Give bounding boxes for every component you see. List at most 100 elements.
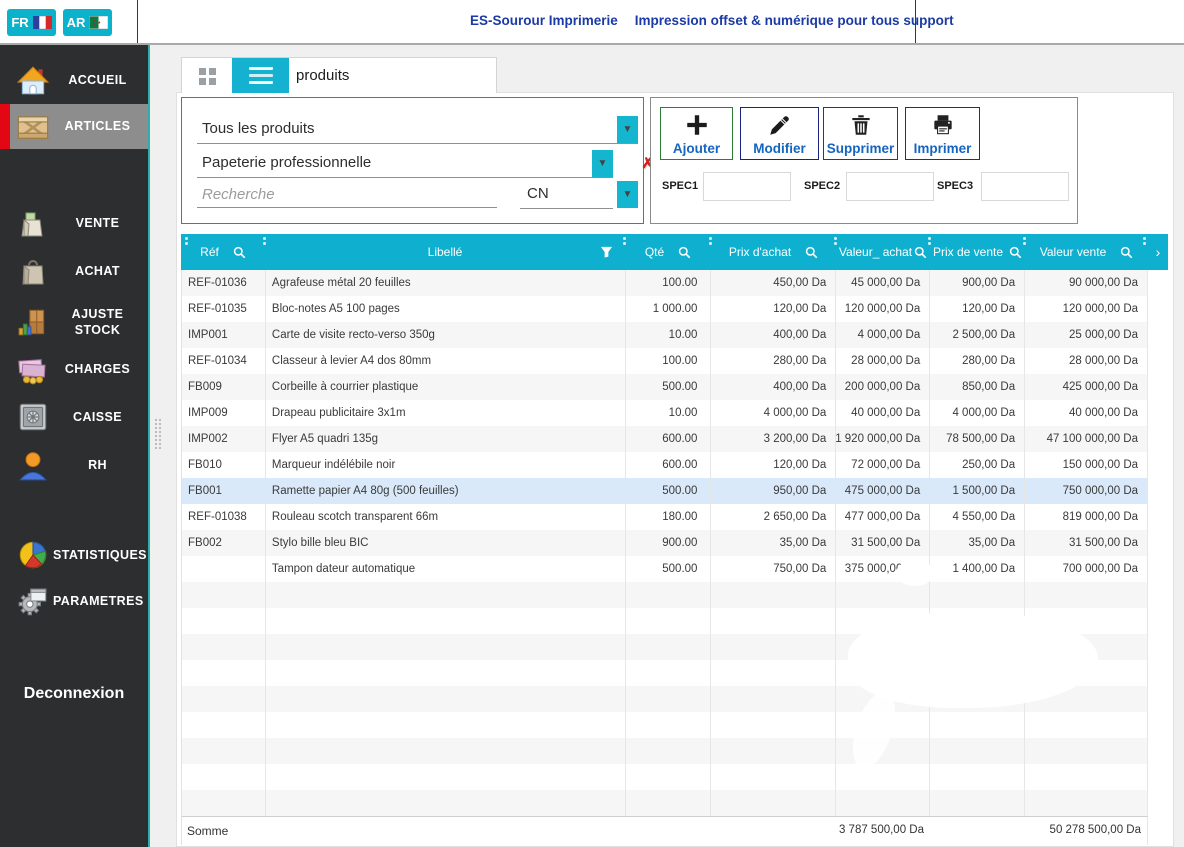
- cell-qte[interactable]: 1 000.00: [626, 296, 712, 322]
- cell-libelle[interactable]: Classeur à levier A4 dos 80mm: [266, 348, 626, 374]
- language-fr-button[interactable]: FR: [7, 9, 56, 36]
- cell-libelle[interactable]: Rouleau scotch transparent 66m: [266, 504, 626, 530]
- cell-valeur-vente[interactable]: 150 000,00 Da: [1025, 452, 1148, 478]
- cell-qte[interactable]: 10.00: [626, 400, 712, 426]
- cell-valeur-achat[interactable]: 72 000,00 Da: [836, 452, 930, 478]
- code-filter-dropdown-button[interactable]: ▼: [617, 181, 638, 208]
- cell-ref[interactable]: [182, 686, 266, 712]
- cell-prix-achat[interactable]: [711, 712, 836, 738]
- cell-prix-vente[interactable]: 4 550,00 Da: [930, 504, 1025, 530]
- cell-prix-achat[interactable]: 35,00 Da: [711, 530, 836, 556]
- cell-valeur-achat[interactable]: 1 920 000,00 Da: [836, 426, 930, 452]
- table-row[interactable]: REF-01034 Classeur à levier A4 dos 80mm …: [182, 348, 1148, 374]
- cell-prix-achat[interactable]: [711, 582, 836, 608]
- search-icon[interactable]: [678, 246, 691, 259]
- cell-qte[interactable]: 500.00: [626, 478, 712, 504]
- search-icon[interactable]: [805, 246, 818, 259]
- cell-qte[interactable]: 100.00: [626, 348, 712, 374]
- cell-valeur-vente[interactable]: 120 000,00 Da: [1025, 296, 1148, 322]
- cell-qte[interactable]: 500.00: [626, 556, 712, 582]
- category-filter-value[interactable]: Papeterie professionnelle: [202, 154, 371, 171]
- cell-prix-achat[interactable]: 120,00 Da: [711, 296, 836, 322]
- cell-valeur-vente[interactable]: [1025, 764, 1148, 790]
- cell-valeur-vente[interactable]: 90 000,00 Da: [1025, 270, 1148, 296]
- cell-libelle[interactable]: [266, 764, 626, 790]
- column-header-valeur-vente[interactable]: Valeur vente: [1025, 234, 1148, 270]
- product-filter-dropdown-button[interactable]: ▼: [617, 116, 638, 143]
- cell-ref[interactable]: [182, 764, 266, 790]
- cell-qte[interactable]: [626, 712, 712, 738]
- table-row[interactable]: FB002 Stylo bille bleu BIC 900.00 35,00 …: [182, 530, 1148, 556]
- cell-ref[interactable]: IMP001: [182, 322, 266, 348]
- cell-qte[interactable]: [626, 764, 712, 790]
- cell-libelle[interactable]: [266, 712, 626, 738]
- cell-prix-vente[interactable]: 2 500,00 Da: [930, 322, 1025, 348]
- table-row[interactable]: [182, 582, 1148, 608]
- table-row[interactable]: IMP001 Carte de visite recto-verso 350g …: [182, 322, 1148, 348]
- product-filter-value[interactable]: Tous les produits: [202, 120, 315, 137]
- cell-libelle[interactable]: [266, 608, 626, 634]
- cell-prix-achat[interactable]: [711, 764, 836, 790]
- cell-libelle[interactable]: Bloc-notes A5 100 pages: [266, 296, 626, 322]
- cell-prix-achat[interactable]: 4 000,00 Da: [711, 400, 836, 426]
- cell-ref[interactable]: REF-01034: [182, 348, 266, 374]
- cell-prix-achat[interactable]: 120,00 Da: [711, 452, 836, 478]
- cell-libelle[interactable]: Agrafeuse métal 20 feuilles: [266, 270, 626, 296]
- add-button[interactable]: Ajouter: [660, 107, 733, 160]
- cell-ref[interactable]: REF-01035: [182, 296, 266, 322]
- sidebar-item-ajuste-stock[interactable]: AJUSTE STOCK: [0, 297, 148, 347]
- column-header-libelle[interactable]: Libellé: [265, 234, 625, 270]
- cell-valeur-vente[interactable]: 700 000,00 Da: [1025, 556, 1148, 582]
- cell-prix-vente[interactable]: [930, 712, 1025, 738]
- cell-prix-vente[interactable]: [930, 738, 1025, 764]
- cell-prix-vente[interactable]: [930, 790, 1025, 816]
- table-row[interactable]: [182, 764, 1148, 790]
- cell-valeur-vente[interactable]: 31 500,00 Da: [1025, 530, 1148, 556]
- cell-qte[interactable]: [626, 738, 712, 764]
- cell-prix-achat[interactable]: [711, 634, 836, 660]
- cell-libelle[interactable]: [266, 686, 626, 712]
- cell-prix-achat[interactable]: 950,00 Da: [711, 478, 836, 504]
- cell-ref[interactable]: [182, 556, 266, 582]
- cell-prix-vente[interactable]: 900,00 Da: [930, 270, 1025, 296]
- cell-libelle[interactable]: Stylo bille bleu BIC: [266, 530, 626, 556]
- table-row[interactable]: IMP002 Flyer A5 quadri 135g 600.00 3 200…: [182, 426, 1148, 452]
- search-icon[interactable]: [914, 246, 927, 259]
- cell-prix-vente[interactable]: 250,00 Da: [930, 452, 1025, 478]
- cell-valeur-achat[interactable]: 477 000,00 Da: [836, 504, 930, 530]
- logout-button[interactable]: Deconnexion: [0, 685, 148, 703]
- spec3-input[interactable]: [981, 172, 1069, 201]
- search-input[interactable]: [197, 182, 497, 208]
- table-row[interactable]: FB010 Marqueur indélébile noir 600.00 12…: [182, 452, 1148, 478]
- cell-prix-achat[interactable]: [711, 686, 836, 712]
- language-ar-button[interactable]: AR: [63, 9, 112, 36]
- cell-qte[interactable]: 10.00: [626, 322, 712, 348]
- cell-valeur-vente[interactable]: 47 100 000,00 Da: [1025, 426, 1148, 452]
- cell-prix-vente[interactable]: 1 500,00 Da: [930, 478, 1025, 504]
- cell-qte[interactable]: 600.00: [626, 426, 712, 452]
- cell-prix-achat[interactable]: 400,00 Da: [711, 322, 836, 348]
- tab-grid-view[interactable]: [182, 58, 232, 93]
- cell-ref[interactable]: FB001: [182, 478, 266, 504]
- sidebar-item-articles[interactable]: ARTICLES: [0, 104, 148, 149]
- cell-qte[interactable]: [626, 608, 712, 634]
- cell-libelle[interactable]: Ramette papier A4 80g (500 feuilles): [266, 478, 626, 504]
- cell-libelle[interactable]: [266, 582, 626, 608]
- cell-ref[interactable]: [182, 634, 266, 660]
- tab-list-view-active[interactable]: [232, 58, 289, 93]
- cell-prix-vente[interactable]: 850,00 Da: [930, 374, 1025, 400]
- table-row[interactable]: Tampon dateur automatique 500.00 750,00 …: [182, 556, 1148, 582]
- table-row[interactable]: [182, 790, 1148, 816]
- cell-libelle[interactable]: Tampon dateur automatique: [266, 556, 626, 582]
- code-filter-value[interactable]: CN: [527, 185, 549, 202]
- cell-valeur-vente[interactable]: [1025, 738, 1148, 764]
- spec2-input[interactable]: [846, 172, 934, 201]
- scroll-right-icon[interactable]: ›: [1148, 234, 1168, 270]
- column-header-prix-vente[interactable]: Prix de vente: [930, 234, 1025, 270]
- cell-prix-vente[interactable]: 120,00 Da: [930, 296, 1025, 322]
- cell-prix-achat[interactable]: 3 200,00 Da: [711, 426, 836, 452]
- cell-qte[interactable]: [626, 660, 712, 686]
- cell-libelle[interactable]: Drapeau publicitaire 3x1m: [266, 400, 626, 426]
- cell-qte[interactable]: [626, 582, 712, 608]
- search-icon[interactable]: [1009, 246, 1022, 259]
